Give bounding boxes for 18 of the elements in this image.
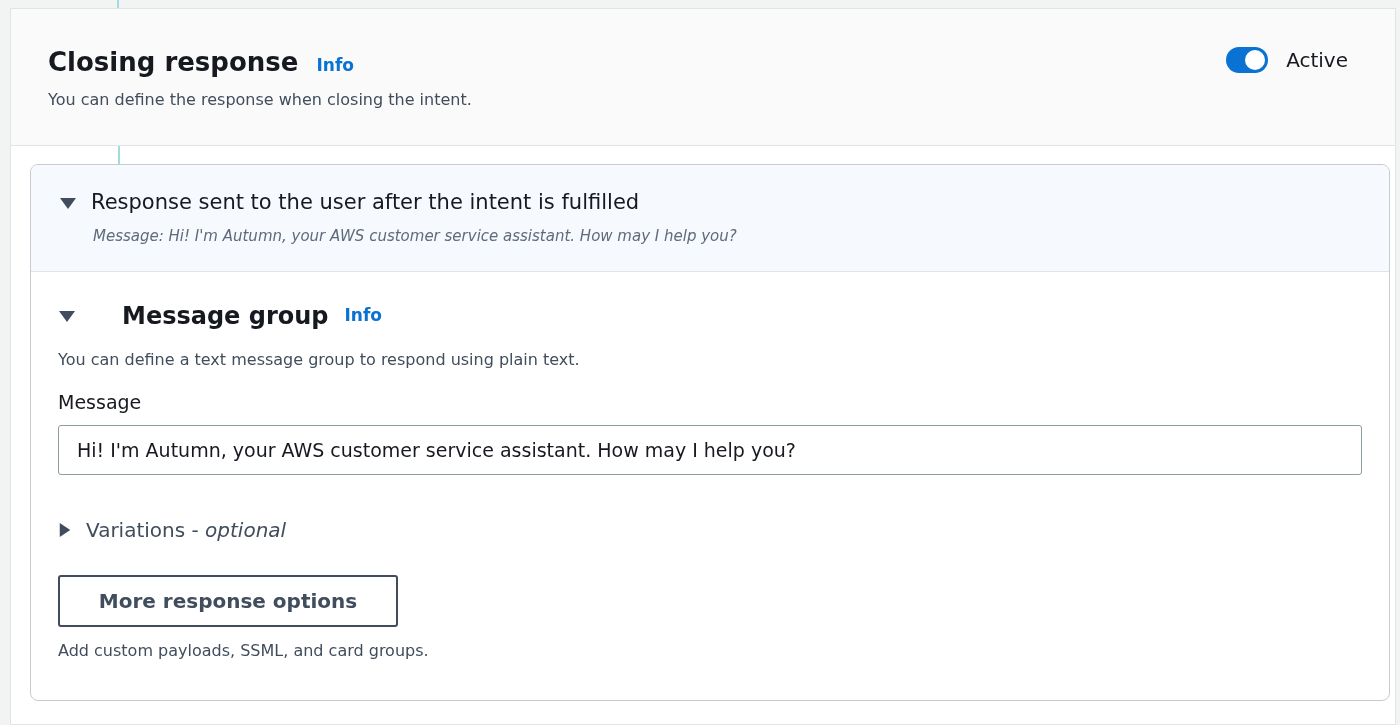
panel-title: Closing response <box>48 46 299 79</box>
info-link[interactable]: Info <box>344 303 383 329</box>
caret-icon[interactable] <box>58 309 76 323</box>
variations-toggle[interactable]: Variations - optional <box>86 514 287 545</box>
info-link[interactable]: Info <box>316 53 354 79</box>
toggle-label: Active <box>1286 47 1348 74</box>
message-group-description: You can define a text message group to respond using plain text. <box>58 349 581 371</box>
caret-icon[interactable] <box>58 520 72 539</box>
section-title[interactable]: Response sent to the user after the intent is fulfilled <box>91 187 640 219</box>
message-group-title: Message group <box>122 301 329 332</box>
more-response-options-button[interactable]: More response options <box>58 574 398 627</box>
button-hint: Add custom payloads, SSML, and card groups. <box>58 639 430 662</box>
panel-description: You can define the response when closing the intent. <box>48 89 472 111</box>
field-label: Message <box>58 390 143 415</box>
message-input-field[interactable]: Hi! I'm Autumn, your AWS customer service assistant. How may I help you? <box>58 424 1362 475</box>
caret-icon[interactable] <box>59 195 77 210</box>
active-toggle[interactable] <box>1226 47 1269 73</box>
section-summary: Message: Hi! I'm Autumn, your AWS customer service assistant. How may I help you? <box>92 225 738 247</box>
